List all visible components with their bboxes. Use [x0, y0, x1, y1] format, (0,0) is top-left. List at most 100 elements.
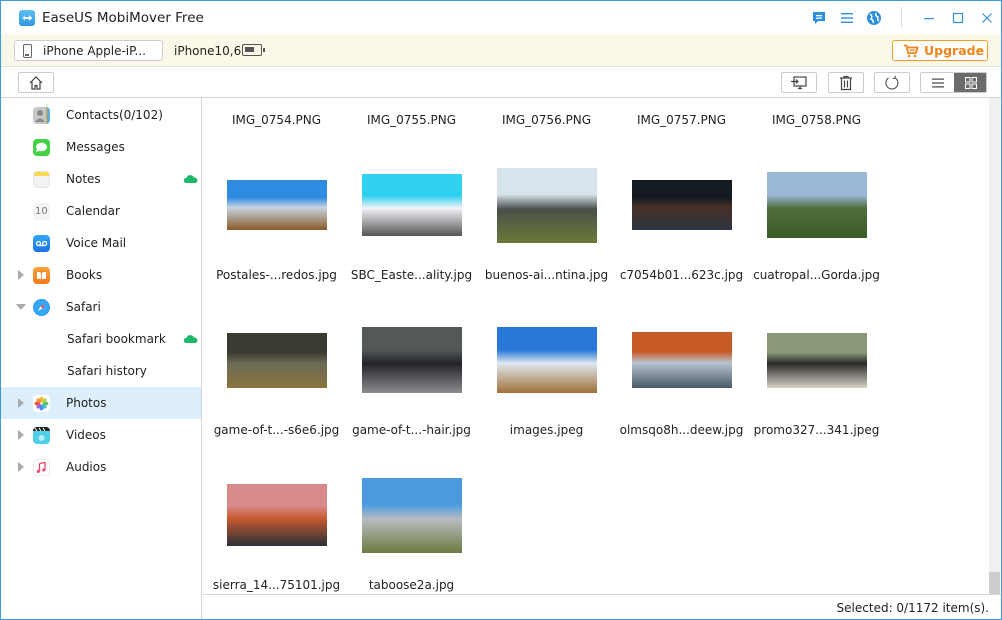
photo-filename: game-of-t...-hair.jpg: [352, 423, 471, 437]
expand-arrow-icon[interactable]: [18, 462, 24, 472]
sidebar: Contacts(0/102) Messages Notes 10 Calend…: [1, 98, 202, 619]
photo-filename: cuatropal...Gorda.jpg: [753, 268, 880, 282]
sidebar-item-videos[interactable]: Videos: [1, 419, 201, 451]
export-to-computer-icon: [791, 75, 807, 89]
sidebar-item-audios[interactable]: Audios: [1, 451, 201, 483]
photo-filename: game-of-t...-s6e6.jpg: [213, 423, 340, 437]
sidebar-item-calendar[interactable]: 10 Calendar: [1, 195, 201, 227]
trash-icon: [840, 75, 852, 90]
close-icon[interactable]: [979, 10, 995, 26]
title-bar: EaseUS MobiMover Free: [1, 1, 1001, 34]
maximize-icon[interactable]: [950, 10, 966, 26]
device-selector[interactable]: iPhone Apple-iP...: [14, 40, 163, 61]
list-view-button[interactable]: [921, 73, 954, 92]
language-globe-icon[interactable]: [866, 10, 882, 26]
sidebar-item-label: Books: [66, 268, 103, 282]
sidebar-item-voice-mail[interactable]: Voice Mail: [1, 227, 201, 259]
notes-icon: [33, 171, 50, 188]
scrollbar-thumb[interactable]: [989, 572, 1000, 594]
grid-view-button[interactable]: [954, 73, 986, 92]
photo-thumbnail[interactable]: [226, 180, 327, 230]
home-icon: [29, 75, 43, 90]
collapse-arrow-icon[interactable]: [16, 304, 26, 310]
photo-thumbnail[interactable]: [361, 477, 462, 553]
sidebar-item-books[interactable]: Books: [1, 259, 201, 291]
sidebar-item-label: Messages: [66, 140, 125, 154]
device-model: iPhone10,6: [174, 44, 242, 58]
expand-arrow-icon[interactable]: [18, 398, 24, 408]
app-title: EaseUS MobiMover Free: [42, 10, 204, 26]
grid-view-icon: [964, 76, 977, 89]
home-button[interactable]: [18, 72, 54, 93]
photo-thumbnail[interactable]: [631, 180, 732, 230]
phone-icon: [23, 44, 32, 58]
photo-item[interactable]: taboose2a.jpg: [344, 98, 479, 592]
photo-filename: sierra_14...75101.jpg: [212, 578, 341, 592]
upgrade-label: Upgrade: [924, 43, 985, 58]
photo-thumbnail[interactable]: [766, 172, 867, 238]
photo-item[interactable]: IMG_0755.PNG: [344, 98, 479, 138]
export-to-computer-button[interactable]: [781, 72, 817, 93]
sidebar-item-label: Photos: [66, 396, 107, 410]
sidebar-item-label: Voice Mail: [66, 236, 127, 250]
photo-filename: IMG_0756.PNG: [501, 113, 592, 127]
audios-icon: [33, 459, 50, 476]
photo-thumbnail[interactable]: [226, 484, 327, 546]
photo-filename: images.jpeg: [509, 423, 584, 437]
cloud-icon: [184, 175, 198, 183]
photos-icon: [33, 395, 50, 412]
feedback-icon[interactable]: [811, 10, 827, 26]
sidebar-item-contacts[interactable]: Contacts(0/102): [1, 99, 201, 131]
photo-item[interactable]: IMG_0756.PNG: [479, 98, 614, 138]
upgrade-button[interactable]: Upgrade: [892, 40, 988, 61]
device-bar: iPhone Apple-iP... iPhone10,6 Upgrade: [1, 34, 1001, 67]
sidebar-item-safari-bookmark[interactable]: Safari bookmark: [1, 323, 201, 355]
vertical-scrollbar[interactable]: [989, 98, 1000, 594]
photo-thumbnail[interactable]: [766, 332, 867, 388]
sidebar-item-photos[interactable]: Photos: [1, 387, 201, 419]
sidebar-item-safari[interactable]: Safari: [1, 291, 201, 323]
photo-thumbnail[interactable]: [361, 327, 462, 393]
sidebar-item-notes[interactable]: Notes: [1, 163, 201, 195]
photo-item[interactable]: IMG_0754.PNG: [209, 98, 344, 138]
photo-filename: IMG_0758.PNG: [771, 113, 862, 127]
photo-filename: buenos-ai...ntina.jpg: [484, 268, 609, 282]
photo-item[interactable]: sierra_14...75101.jpg: [209, 98, 344, 592]
expand-arrow-icon[interactable]: [18, 430, 24, 440]
photo-item[interactable]: olmsqo8h...deew.jpg: [614, 98, 749, 437]
minimize-icon[interactable]: [921, 10, 937, 26]
menu-icon[interactable]: [839, 10, 855, 26]
photo-item[interactable]: IMG_0758.PNG: [749, 98, 884, 138]
photo-grid: IMG_0754.PNG IMG_0755.PNG IMG_0756.PNG I…: [203, 98, 989, 594]
status-bar: Selected: 0/1172 item(s).: [203, 594, 1001, 619]
refresh-icon: [885, 75, 899, 89]
photo-item[interactable]: promo327...341.jpeg: [749, 98, 884, 437]
list-view-icon: [931, 78, 944, 87]
sidebar-item-messages[interactable]: Messages: [1, 131, 201, 163]
delete-button[interactable]: [828, 72, 864, 93]
safari-icon: [33, 299, 50, 316]
toolbar: [1, 67, 1001, 98]
messages-icon: [33, 139, 50, 156]
photo-thumbnail[interactable]: [631, 332, 732, 388]
photo-item[interactable]: IMG_0757.PNG: [614, 98, 749, 138]
expand-arrow-icon[interactable]: [18, 270, 24, 280]
photo-filename: IMG_0754.PNG: [231, 113, 322, 127]
refresh-button[interactable]: [874, 72, 910, 93]
photo-thumbnail[interactable]: [496, 167, 597, 243]
photo-thumbnail[interactable]: [361, 174, 462, 236]
device-selector-label: iPhone Apple-iP...: [43, 44, 146, 58]
contacts-icon: [33, 107, 50, 124]
photo-filename: SBC_Easte...ality.jpg: [350, 268, 473, 282]
photo-item[interactable]: images.jpeg: [479, 98, 614, 437]
photo-filename: Postales-...redos.jpg: [216, 268, 337, 282]
app-window: EaseUS MobiMover Free iPhone Apple-iP...…: [0, 0, 1002, 620]
photo-filename: olmsqo8h...deew.jpg: [619, 423, 744, 437]
photo-thumbnail[interactable]: [226, 332, 327, 388]
photo-thumbnail[interactable]: [496, 327, 597, 393]
photo-filename: c7054b01...623c.jpg: [619, 268, 744, 282]
calendar-icon: 10: [33, 203, 50, 220]
sidebar-item-label: Videos: [66, 428, 106, 442]
sidebar-item-safari-history[interactable]: Safari history: [1, 355, 201, 387]
photo-filename: taboose2a.jpg: [368, 578, 455, 592]
